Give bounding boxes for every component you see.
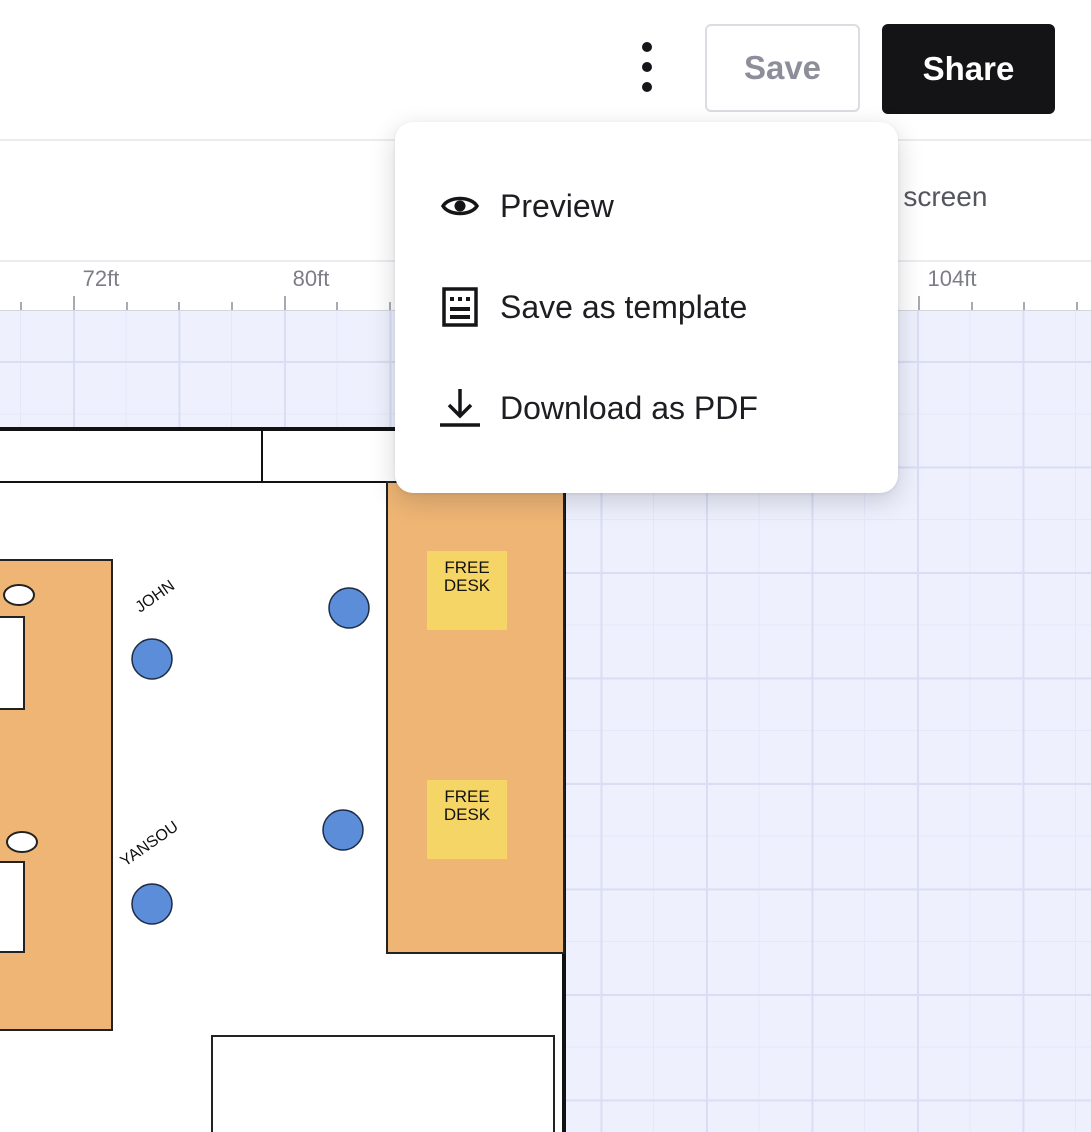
person-marker[interactable] — [322, 809, 364, 851]
ruler-tick-label: 104ft — [928, 266, 977, 291]
vertical-ellipsis-icon — [642, 62, 652, 72]
menu-item-label: Download as PDF — [500, 389, 758, 426]
vertical-ellipsis-icon — [642, 82, 652, 92]
ruler-tick-label: 80ft — [293, 266, 330, 291]
menu-item-download-pdf[interactable]: Download as PDF — [395, 366, 898, 450]
person-marker[interactable] — [131, 883, 173, 925]
free-desk-label: DESK — [444, 576, 491, 595]
share-button[interactable]: Share — [882, 24, 1055, 114]
template-icon — [439, 286, 481, 328]
more-options-menu: Preview Save as template Download as PDF — [395, 122, 898, 493]
more-options-button[interactable] — [630, 38, 664, 96]
vertical-ellipsis-icon — [642, 42, 652, 52]
desk[interactable] — [0, 616, 25, 710]
menu-item-label: Preview — [500, 187, 614, 224]
save-button[interactable]: Save — [705, 24, 860, 112]
top-toolbar: Save Share — [0, 0, 1091, 141]
ruler-tick-label: 72ft — [83, 266, 120, 291]
meeting-room[interactable] — [211, 1035, 555, 1132]
person-marker[interactable] — [131, 638, 173, 680]
menu-item-preview[interactable]: Preview — [395, 164, 898, 248]
desk[interactable] — [0, 861, 25, 953]
free-desk-label: FREE — [444, 787, 489, 806]
free-desk-label: DESK — [444, 805, 491, 824]
chair[interactable] — [6, 831, 38, 853]
free-desk-label: FREE — [444, 558, 489, 577]
menu-item-save-as-template[interactable]: Save as template — [395, 265, 898, 349]
chair[interactable] — [3, 584, 35, 606]
download-icon — [439, 387, 481, 429]
menu-item-label: Save as template — [500, 288, 748, 325]
eye-icon — [439, 185, 481, 227]
person-marker[interactable] — [328, 587, 370, 629]
